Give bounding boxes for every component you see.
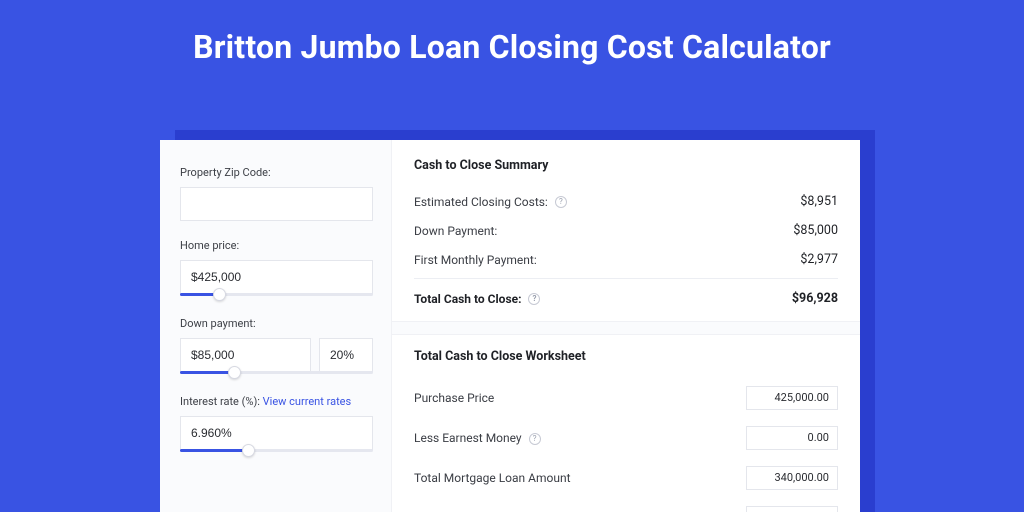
summary-title: Cash to Close Summary [414,158,838,173]
down-payment-pct-input[interactable] [319,338,373,372]
worksheet-value: 425,000.00 [746,386,838,410]
worksheet-value: 0.00 [746,426,838,450]
summary-label: First Monthly Payment: [414,253,537,267]
summary-total-label-text: Total Cash to Close: [414,292,521,306]
page-title: Britton Jumbo Loan Closing Cost Calculat… [0,28,1024,66]
zip-input[interactable] [180,187,373,221]
field-home-price: Home price: [180,239,373,299]
calculator-card: Property Zip Code: Home price: Down paym… [160,140,860,512]
form-sidebar: Property Zip Code: Home price: Down paym… [160,140,392,512]
summary-value: $85,000 [793,223,838,238]
worksheet-label: Purchase Price [414,391,494,405]
field-zip: Property Zip Code: [180,166,373,221]
down-payment-input[interactable] [180,338,311,372]
interest-rate-slider[interactable] [180,449,373,455]
down-payment-label: Down payment: [180,317,373,330]
interest-rate-input[interactable] [180,416,373,450]
worksheet-row-mortgage-amount: Total Mortgage Loan Amount 340,000.00 [414,458,838,498]
worksheet-label: Total Mortgage Loan Amount [414,471,571,485]
worksheet-section: Total Cash to Close Worksheet Purchase P… [414,335,838,512]
interest-rate-label: Interest rate (%): View current rates [180,395,373,408]
slider-thumb[interactable] [242,444,255,457]
slider-fill [180,449,248,452]
summary-row-first-monthly: First Monthly Payment: $2,977 [414,245,838,274]
worksheet-value: 340,000.00 [746,466,838,490]
help-icon[interactable]: ? [529,433,541,445]
worksheet-title: Total Cash to Close Worksheet [414,349,838,364]
summary-row-closing-costs: Estimated Closing Costs: ? $8,951 [414,187,838,216]
worksheet-label-text: Less Earnest Money [414,431,522,445]
home-price-input[interactable] [180,260,373,294]
worksheet-row-purchase-price: Purchase Price 425,000.00 [414,378,838,418]
down-payment-slider[interactable] [180,371,373,377]
home-price-label: Home price: [180,239,373,252]
interest-rate-label-text: Interest rate (%): [180,395,260,408]
summary-row-down-payment: Down Payment: $85,000 [414,216,838,245]
summary-total-value: $96,928 [792,291,838,306]
summary-label: Down Payment: [414,224,497,238]
slider-thumb[interactable] [228,366,241,379]
main-content: Cash to Close Summary Estimated Closing … [392,140,860,512]
worksheet-row-second-mortgage: Total Second Mortgage Amount 0.00 [414,498,838,512]
summary-label-text: Estimated Closing Costs: [414,195,548,209]
slider-fill [180,371,234,374]
worksheet-label: Less Earnest Money ? [414,431,541,445]
summary-row-total: Total Cash to Close: ? $96,928 [414,278,838,313]
field-interest-rate: Interest rate (%): View current rates [180,395,373,455]
view-rates-link[interactable]: View current rates [263,395,352,408]
field-down-payment: Down payment: [180,317,373,377]
worksheet-row-earnest-money: Less Earnest Money ? 0.00 [414,418,838,458]
help-icon[interactable]: ? [555,196,567,208]
worksheet-value: 0.00 [746,506,838,512]
summary-label: Estimated Closing Costs: ? [414,195,567,209]
summary-value: $2,977 [800,252,838,267]
summary-total-label: Total Cash to Close: ? [414,292,540,306]
slider-thumb[interactable] [213,288,226,301]
help-icon[interactable]: ? [528,293,540,305]
summary-value: $8,951 [800,194,838,209]
zip-label: Property Zip Code: [180,166,373,179]
section-divider [392,321,860,335]
home-price-slider[interactable] [180,293,373,299]
